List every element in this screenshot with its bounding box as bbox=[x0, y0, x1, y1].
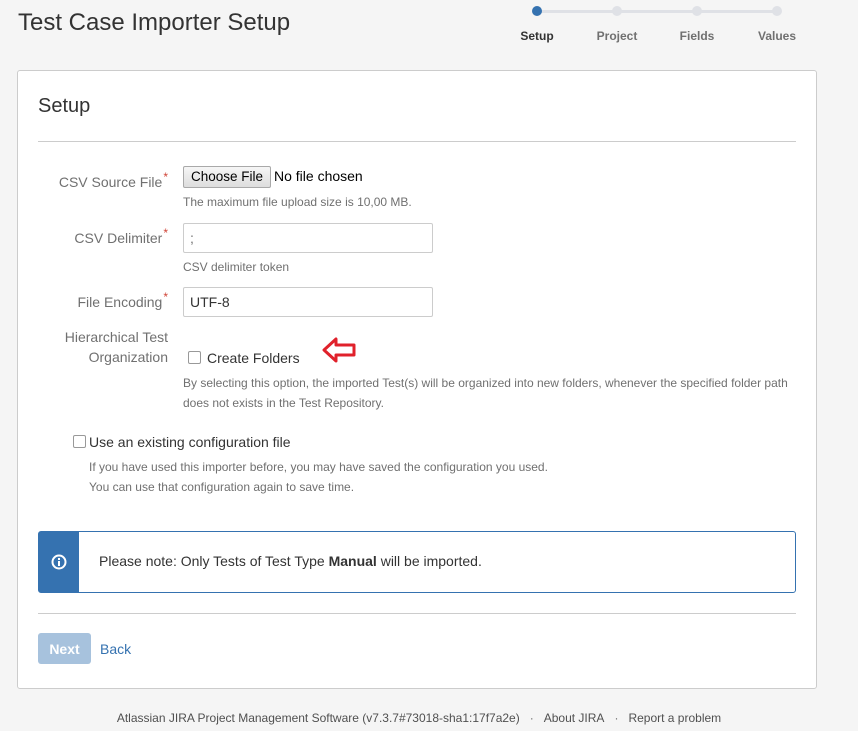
footer: Atlassian JIRA Project Management Softwa… bbox=[0, 711, 838, 725]
panel-title: Setup bbox=[38, 95, 91, 117]
setup-panel: Setup CSV Source File* Choose File No fi… bbox=[17, 70, 817, 689]
progress-tracker: Setup Project Fields Values bbox=[497, 4, 817, 48]
csv-delimiter-label: CSV Delimiter* bbox=[18, 226, 168, 249]
tracker-dot-icon bbox=[612, 6, 622, 16]
tracker-step-setup: Setup bbox=[497, 4, 577, 43]
hierarchy-help-line2: does not exists in the Test Repository. bbox=[183, 396, 384, 410]
csv-source-label-text: CSV Source File bbox=[58, 174, 163, 190]
info-message-bar bbox=[39, 532, 79, 592]
tracker-dot-icon bbox=[692, 6, 702, 16]
required-marker: * bbox=[163, 290, 168, 304]
required-marker: * bbox=[163, 170, 168, 184]
about-jira-link[interactable]: About JIRA bbox=[544, 711, 605, 725]
choose-file-button[interactable]: Choose File bbox=[183, 166, 272, 188]
existing-config-help-line1: If you have used this importer before, y… bbox=[89, 460, 548, 474]
tracker-step-values: Values bbox=[737, 4, 817, 43]
report-problem-link[interactable]: Report a problem bbox=[628, 711, 721, 725]
divider bbox=[38, 141, 796, 142]
tracker-dot-icon bbox=[772, 6, 782, 16]
required-marker: * bbox=[163, 226, 168, 240]
hierarchy-label-line1: Hierarchical Test bbox=[64, 329, 168, 345]
create-folders-checkbox[interactable] bbox=[188, 351, 201, 364]
tracker-step-project: Project bbox=[577, 4, 657, 43]
existing-config-help-line2: You can use that configuration again to … bbox=[89, 480, 355, 494]
existing-config-checkbox[interactable] bbox=[73, 435, 86, 448]
annotation-arrow-icon bbox=[322, 337, 356, 363]
hierarchy-label: Hierarchical Test Organization bbox=[18, 327, 168, 367]
hierarchy-help-line1: By selecting this option, the imported T… bbox=[183, 376, 788, 390]
file-encoding-label: File Encoding* bbox=[18, 290, 169, 313]
page-title: Test Case Importer Setup bbox=[18, 9, 291, 36]
csv-delimiter-label-text: CSV Delimiter bbox=[74, 230, 163, 246]
divider bbox=[38, 613, 796, 614]
tracker-label-setup: Setup bbox=[520, 29, 554, 43]
info-icon bbox=[51, 554, 67, 570]
file-status: No file chosen bbox=[274, 168, 363, 184]
footer-product: Atlassian JIRA Project Management Softwa… bbox=[116, 711, 520, 725]
note-text-bold: Manual bbox=[328, 553, 377, 569]
next-button[interactable]: Next bbox=[38, 633, 91, 664]
csv-source-help: The maximum file upload size is 10,00 MB… bbox=[183, 195, 412, 209]
csv-delimiter-help: CSV delimiter token bbox=[183, 260, 290, 274]
hierarchy-label-line2: Organization bbox=[88, 349, 168, 365]
tracker-label-values: Values bbox=[757, 29, 797, 43]
info-message: Please note: Only Tests of Test Type Man… bbox=[38, 531, 796, 593]
tracker-label-fields: Fields bbox=[679, 29, 715, 43]
info-message-text: Please note: Only Tests of Test Type Man… bbox=[99, 553, 482, 569]
file-encoding-label-text: File Encoding bbox=[77, 294, 163, 310]
footer-separator: · bbox=[614, 711, 619, 725]
note-text-before: Please note: Only Tests of Test Type bbox=[99, 553, 329, 569]
tracker-dot-icon bbox=[532, 6, 542, 16]
create-folders-label[interactable]: Create Folders bbox=[207, 350, 300, 366]
existing-config-label[interactable]: Use an existing configuration file bbox=[89, 434, 291, 450]
csv-source-label: CSV Source File* bbox=[18, 170, 168, 193]
note-text-after: will be imported. bbox=[376, 553, 482, 569]
back-link[interactable]: Back bbox=[100, 641, 131, 657]
file-encoding-input[interactable] bbox=[183, 287, 433, 317]
csv-delimiter-input[interactable] bbox=[183, 223, 433, 253]
tracker-step-fields: Fields bbox=[657, 4, 737, 43]
tracker-label-project: Project bbox=[596, 29, 638, 43]
footer-separator: · bbox=[529, 711, 534, 725]
